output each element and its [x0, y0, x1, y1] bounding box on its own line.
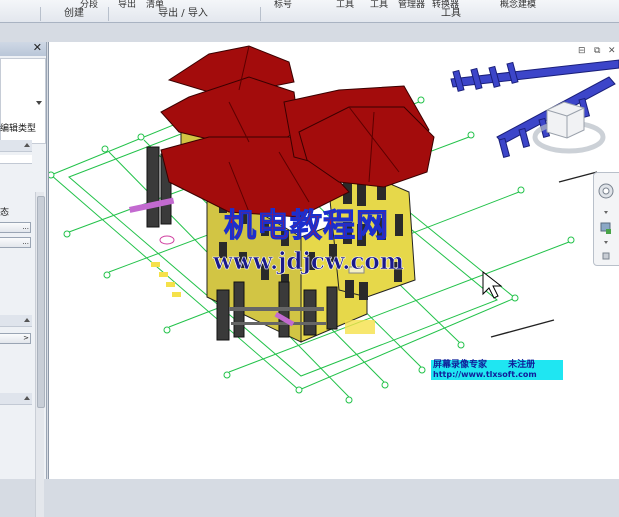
- house-model: [129, 45, 435, 343]
- recorder-status: 未注册: [508, 360, 536, 370]
- collapse-icon: [24, 396, 30, 400]
- scrollbar-thumb[interactable]: [37, 196, 45, 408]
- watermark-site-url: www.jdjcw.com: [213, 248, 405, 276]
- watermark-site-cn: 机电教程网: [223, 206, 390, 245]
- close-view-icon[interactable]: ✕: [608, 46, 616, 56]
- properties-scrollbar[interactable]: [35, 192, 45, 517]
- chevron-down-icon[interactable]: [604, 211, 608, 214]
- restore-icon[interactable]: ⧉: [594, 46, 600, 56]
- recorder-url: http://www.tlxsoft.com: [433, 370, 537, 379]
- view-cube-icon[interactable]: [532, 101, 606, 154]
- ribbon-group-create: 创建: [40, 7, 107, 21]
- property-value-button-1[interactable]: ...: [0, 222, 31, 233]
- collapse-icon: [24, 143, 30, 147]
- cursor-icon: [482, 270, 503, 299]
- close-icon[interactable]: ✕: [33, 41, 42, 54]
- pink-marker: [159, 235, 175, 245]
- chevron-down-icon[interactable]: [36, 101, 42, 105]
- properties-panel: ✕ 编辑类型 态 ... ... >: [0, 41, 47, 517]
- edit-type-button[interactable]: 编辑类型: [0, 121, 36, 134]
- navigation-bar: [593, 172, 619, 266]
- zoom-icon[interactable]: [600, 222, 611, 234]
- recorder-name: 屏幕录像专家: [433, 360, 488, 370]
- collapse-icon: [24, 318, 30, 322]
- section-header-1[interactable]: [0, 140, 32, 152]
- steering-wheel-icon[interactable]: [598, 183, 614, 199]
- property-value-button-3[interactable]: >: [0, 333, 31, 344]
- minimize-icon[interactable]: ⊟: [578, 46, 586, 56]
- chevron-down-icon[interactable]: [604, 241, 608, 244]
- property-value-button-2[interactable]: ...: [0, 237, 31, 248]
- section-header-3[interactable]: [0, 393, 32, 405]
- orbit-icon[interactable]: [602, 252, 610, 260]
- ribbon-group-export-import: 导出 / 导入: [108, 7, 257, 21]
- property-row: [0, 155, 32, 164]
- section-header-2[interactable]: [0, 315, 32, 327]
- ribbon: 分段 导出 清单 标号 工具 工具 管理器 转换器 概念建模 创建 导出 / 导…: [0, 0, 619, 23]
- property-label-state: 态: [0, 208, 10, 218]
- ribbon-group-tools: 工具: [260, 7, 619, 21]
- recorder-credit: 屏幕录像专家 未注册 http://www.tlxsoft.com: [431, 360, 563, 380]
- properties-header: ✕: [0, 41, 46, 56]
